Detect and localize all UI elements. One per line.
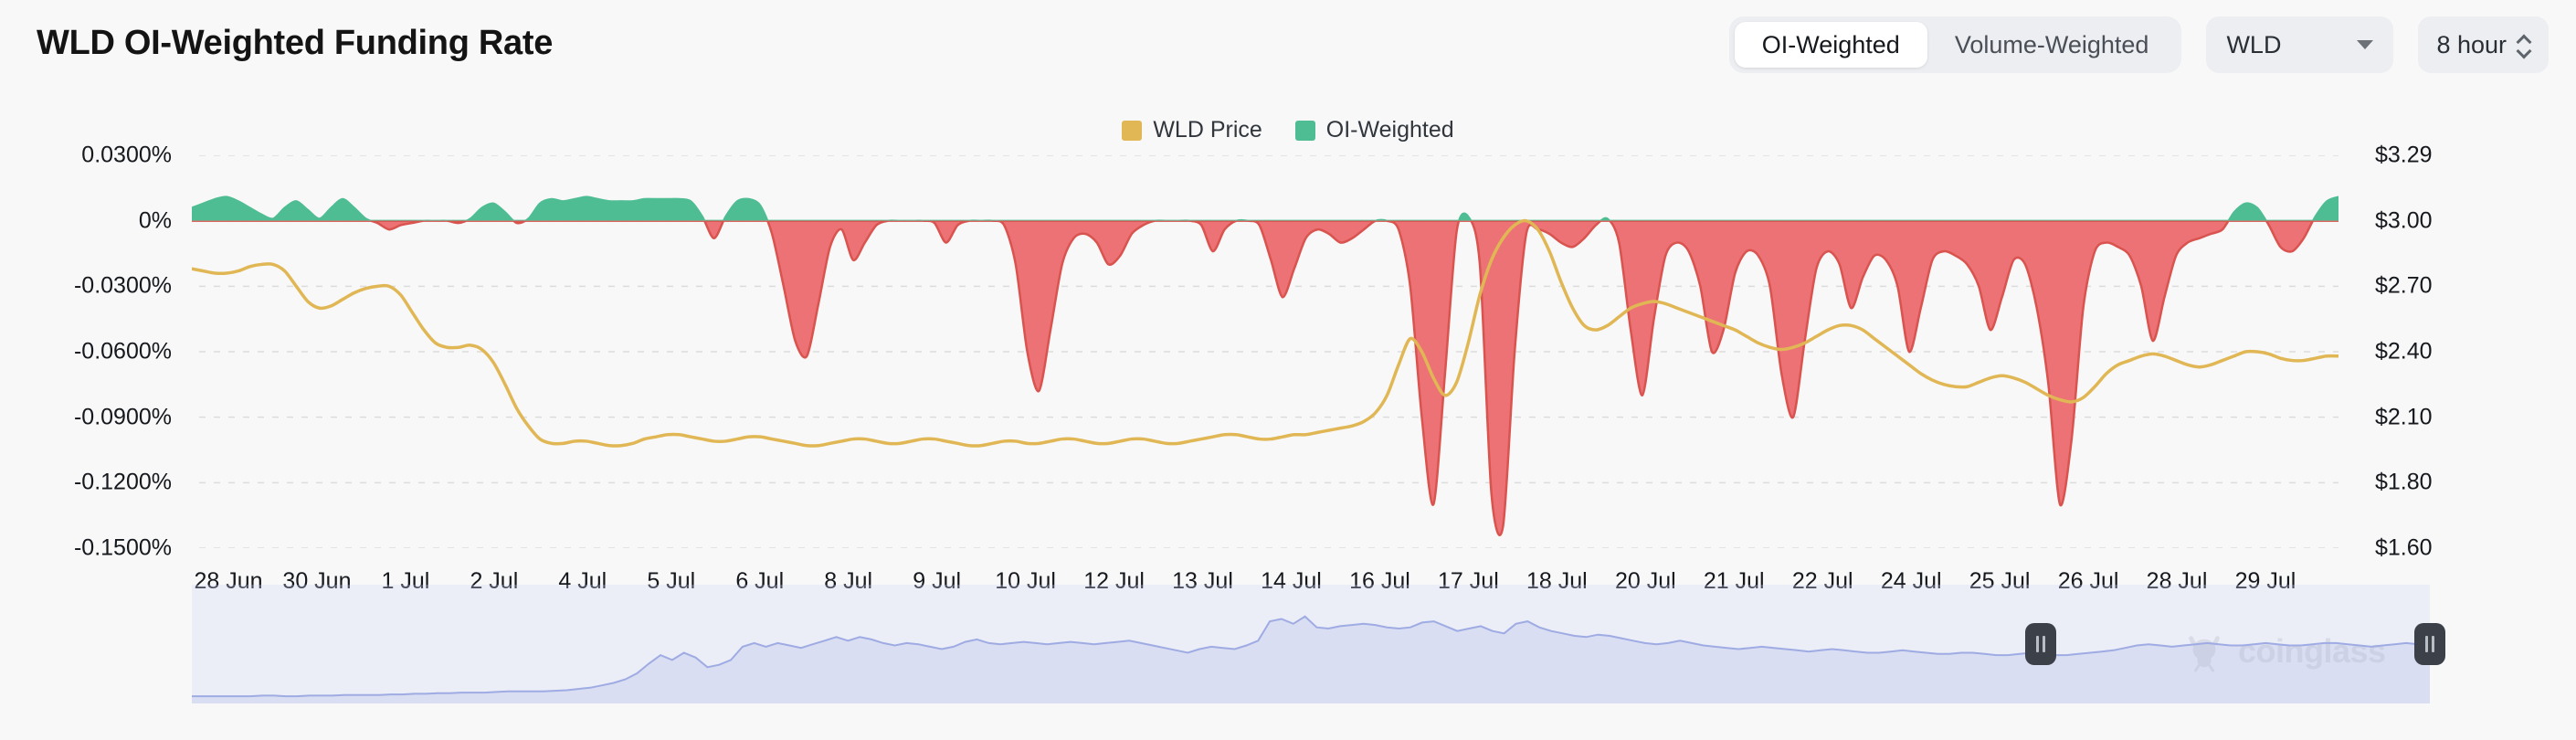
interval-stepper[interactable]: 8 hour (2418, 16, 2549, 73)
y-axis-right-tick: $2.70 (2375, 272, 2433, 299)
symbol-select-value: WLD (2226, 30, 2282, 58)
chart-svg (192, 155, 2338, 548)
stepper-updown-icon (2518, 36, 2530, 55)
weight-mode-toggle[interactable]: OI-Weighted Volume-Weighted (1728, 16, 2182, 73)
y-axis-right-tick: $2.40 (2375, 338, 2433, 365)
legend-swatch-price (1122, 120, 1143, 141)
y-axis-left-tick: -0.0300% (73, 272, 172, 299)
navigator-handle-left[interactable] (2024, 623, 2056, 665)
header-controls: OI-Weighted Volume-Weighted WLD 8 hour (1728, 16, 2549, 73)
navigator-area (192, 616, 2430, 703)
gridlines (192, 155, 2338, 548)
y-axis-left-tick: 0.0300% (81, 142, 172, 168)
page-title: WLD OI-Weighted Funding Rate (37, 24, 554, 62)
y-axis-right-tick: $2.10 (2375, 404, 2433, 430)
legend-label-price: WLD Price (1153, 117, 1262, 143)
y-axis-right-tick: $1.80 (2375, 469, 2433, 495)
oi-weighted-negative-area (192, 220, 2338, 536)
y-axis-right-tick: $1.60 (2375, 534, 2433, 561)
y-axis-left-tick: 0% (138, 207, 172, 234)
legend-label-oi-weighted: OI-Weighted (1325, 117, 1454, 143)
y-axis-right-tick: $3.00 (2375, 207, 2433, 234)
tab-oi-weighted[interactable]: OI-Weighted (1734, 22, 1927, 68)
interval-stepper-value: 8 hour (2436, 30, 2507, 58)
navigator-chart (192, 615, 2430, 703)
y-axis-left-tick: -0.0900% (73, 404, 172, 430)
chart-legend: WLD Price OI-Weighted (0, 117, 2576, 143)
chevron-down-icon (2357, 40, 2374, 49)
range-navigator[interactable] (192, 585, 2445, 703)
plot-canvas[interactable] (192, 155, 2338, 548)
legend-swatch-oi-weighted (1294, 120, 1315, 141)
tab-volume-weighted[interactable]: Volume-Weighted (1927, 22, 2177, 68)
y-axis-left-tick: -0.0600% (73, 338, 172, 365)
chart-area: 0.0300% 0% -0.0300% -0.0600% -0.0900% -0.1200… (0, 143, 2576, 672)
legend-item-price[interactable]: WLD Price (1122, 117, 1262, 143)
y-axis-left-tick: -0.1200% (73, 469, 172, 495)
y-axis-right-tick: $3.29 (2375, 142, 2433, 168)
legend-item-oi-weighted[interactable]: OI-Weighted (1294, 117, 1454, 143)
symbol-select[interactable]: WLD (2206, 16, 2394, 73)
y-axis-left-tick: -0.1500% (73, 534, 172, 561)
panel-header: WLD OI-Weighted Funding Rate OI-Weighted… (0, 0, 2576, 100)
funding-rate-chart-panel: WLD OI-Weighted Funding Rate OI-Weighted… (0, 0, 2576, 740)
navigator-handle-right[interactable] (2414, 623, 2445, 665)
